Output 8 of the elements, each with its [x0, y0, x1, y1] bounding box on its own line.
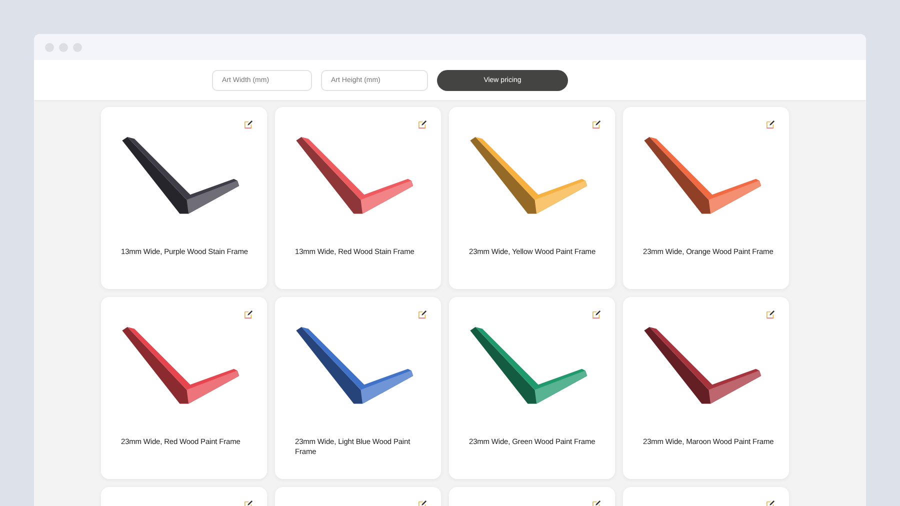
edit-icon[interactable]	[244, 310, 253, 319]
edit-icon[interactable]	[766, 120, 775, 129]
edit-icon[interactable]	[418, 310, 427, 319]
edit-icon[interactable]	[418, 120, 427, 129]
edit-icon[interactable]	[244, 120, 253, 129]
edit-icon[interactable]	[592, 310, 601, 319]
edit-icon[interactable]	[766, 310, 775, 319]
edit-icon[interactable]	[592, 120, 601, 129]
